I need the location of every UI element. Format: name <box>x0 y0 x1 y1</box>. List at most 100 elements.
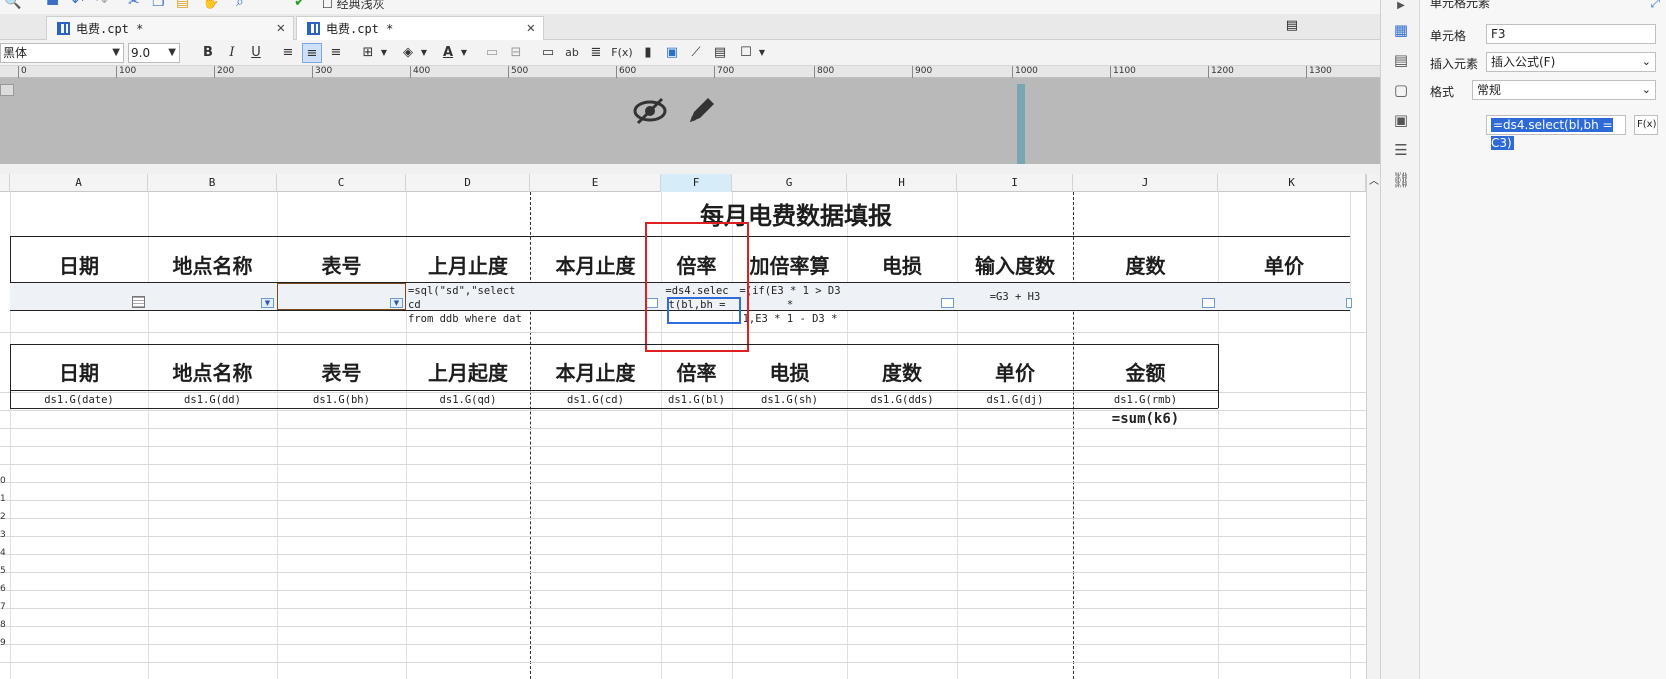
data-cell[interactable]: ds1.G(dj) <box>957 393 1073 407</box>
sum-total-cell[interactable]: =sum(k6) <box>1073 410 1218 428</box>
slash-icon[interactable]: ⟋ <box>686 43 706 63</box>
text-widget-icon[interactable] <box>1346 298 1352 308</box>
multiplier-formula-cell[interactable]: =(if(E3 * 1 > D3 * 1,E3 * 1 - D3 * <box>734 284 846 326</box>
bold-button[interactable]: B <box>198 43 218 63</box>
column-header-h[interactable]: H <box>847 174 957 192</box>
text-widget-icon[interactable] <box>1202 298 1215 308</box>
formula-button[interactable]: F(x) <box>610 43 634 63</box>
formula-editor-button[interactable]: F(x) <box>1634 115 1658 135</box>
data-cell[interactable]: ds1.G(rmb) <box>1073 393 1218 407</box>
paste-icon[interactable]: ▤ <box>176 0 189 10</box>
tab-list-icon[interactable]: ▤ <box>1286 18 1298 33</box>
row-number[interactable]: 0 <box>0 476 10 486</box>
row-number[interactable]: 8 <box>0 620 10 630</box>
formula-input[interactable]: =ds4.select(bl,bh = C3) <box>1486 115 1626 150</box>
row-number[interactable]: 7 <box>0 602 10 612</box>
style-icon[interactable]: ▢ <box>1391 80 1411 100</box>
text-style-button[interactable]: ab <box>562 43 582 63</box>
header-cell[interactable]: 地点名称 <box>148 357 277 386</box>
header-cell[interactable]: 日期 <box>10 250 148 279</box>
check-icon[interactable]: ✔ <box>294 0 306 10</box>
font-name-select[interactable]: 黑体 ▼ <box>0 43 124 63</box>
preview-icon[interactable]: ⌕ <box>236 0 244 10</box>
column-header-b[interactable]: B <box>148 174 277 192</box>
cell-attribute-icon[interactable]: ▤ <box>1391 50 1411 70</box>
chevron-down-icon[interactable]: ▼ <box>752 43 772 63</box>
header-cell[interactable]: 单价 <box>1218 250 1350 279</box>
split-cells-icon[interactable]: ⊟ <box>506 43 526 63</box>
data-cell[interactable]: ds1.G(date) <box>10 393 148 407</box>
header-cell[interactable]: 倍率 <box>661 357 732 386</box>
paragraph-icon[interactable]: ≣ <box>586 43 606 63</box>
column-header-k[interactable]: K <box>1218 174 1366 192</box>
header-cell[interactable]: 电损 <box>732 357 847 386</box>
sum-formula-cell[interactable]: =G3 + H3 <box>957 290 1073 304</box>
sql-formula-cell[interactable]: =sql("sd","select cd from ddb where dat <box>408 284 528 326</box>
insert-element-select[interactable]: 插入公式(F) ⌄ <box>1486 52 1656 72</box>
row-number[interactable]: 6 <box>0 584 10 594</box>
row-number[interactable]: 3 <box>0 530 10 540</box>
align-left-icon[interactable]: ≡ <box>278 43 298 63</box>
chevron-right-icon[interactable]: ▶ <box>1391 0 1411 16</box>
cell-element-icon[interactable]: ▦ <box>1391 20 1411 40</box>
align-right-icon[interactable]: ≡ <box>326 43 346 63</box>
data-cell[interactable]: ds1.G(cd) <box>530 393 661 407</box>
save-icon[interactable]: ▬ <box>46 0 59 10</box>
corner-cell[interactable] <box>0 174 10 192</box>
italic-button[interactable]: I <box>222 43 242 63</box>
text-box-icon[interactable]: ▭ <box>538 43 558 63</box>
row-number[interactable]: 1 <box>0 494 10 504</box>
format-painter-icon[interactable]: ✋ <box>202 0 219 10</box>
close-icon[interactable]: ✕ <box>527 20 535 36</box>
cell-address-field[interactable]: F3 <box>1486 24 1656 44</box>
data-cell[interactable]: ds1.G(bl) <box>661 393 732 407</box>
text-widget-icon[interactable] <box>941 298 954 308</box>
column-header-d[interactable]: D <box>406 174 530 192</box>
column-header-i[interactable]: I <box>957 174 1073 192</box>
header-cell[interactable]: 日期 <box>10 357 148 386</box>
header-cell[interactable]: 表号 <box>277 250 406 279</box>
data-cell[interactable]: ds1.G(sh) <box>732 393 847 407</box>
chevron-down-icon[interactable]: ▼ <box>454 43 474 63</box>
close-icon[interactable]: ✕ <box>277 20 285 36</box>
app-search-icon[interactable]: 🔍 <box>4 0 21 10</box>
chart-icon[interactable]: ▮ <box>638 43 658 63</box>
header-cell[interactable]: 表号 <box>277 357 406 386</box>
merge-cells-icon[interactable]: ▭ <box>482 43 502 63</box>
image-icon[interactable]: ▣ <box>662 43 682 63</box>
header-cell[interactable]: 地点名称 <box>148 250 277 279</box>
header-cell[interactable]: 金额 <box>1073 357 1218 386</box>
header-cell[interactable]: 本月止度 <box>530 250 661 279</box>
format-select[interactable]: 常规 ⌄ <box>1472 80 1656 100</box>
data-cell[interactable]: ds1.G(qd) <box>406 393 530 407</box>
copy-icon[interactable]: ❐ <box>152 0 165 10</box>
hyperlink-icon[interactable]: ⛓ <box>1391 170 1411 190</box>
underline-button[interactable]: U <box>246 43 266 63</box>
condition-icon[interactable]: ☰ <box>1391 140 1411 160</box>
font-size-select[interactable]: 9.0 ▼ <box>128 43 180 63</box>
row-number[interactable]: 5 <box>0 566 10 576</box>
spreadsheet-grid[interactable]: 每月电费数据填报 日期 地点名称 表号 上月止度 本月止度 倍率 加倍率算 电损… <box>0 192 1366 679</box>
column-header-c[interactable]: C <box>277 174 406 192</box>
chevron-up-icon[interactable]: ︿ <box>1369 172 1379 187</box>
row-number[interactable]: 9 <box>0 638 10 648</box>
header-cell[interactable]: 上月起度 <box>406 357 530 386</box>
header-cell[interactable]: 单价 <box>957 357 1073 386</box>
input-cell-c3[interactable] <box>277 283 406 310</box>
undo-icon[interactable]: ↶ <box>72 0 84 10</box>
align-center-icon[interactable]: ≡ <box>302 43 322 63</box>
redo-icon[interactable]: ↷ <box>96 0 108 10</box>
expand-icon[interactable]: ⤢ <box>1650 0 1660 11</box>
date-picker-icon[interactable] <box>132 296 145 308</box>
header-cell[interactable]: 输入度数 <box>957 250 1073 279</box>
tab-file-2[interactable]: 电费.cpt * ✕ <box>296 16 544 40</box>
subreport-icon[interactable]: ▤ <box>710 43 730 63</box>
data-cell[interactable]: ds1.G(dds) <box>847 393 957 407</box>
theme-checkbox[interactable]: ☐ 经典浅灰 <box>322 0 385 12</box>
header-cell[interactable]: 上月止度 <box>406 250 530 279</box>
chevron-down-icon[interactable]: ▼ <box>374 43 394 63</box>
data-cell[interactable]: ds1.G(bh) <box>277 393 406 407</box>
header-cell[interactable]: 电损 <box>847 250 957 279</box>
header-cell[interactable]: 本月止度 <box>530 357 661 386</box>
eye-slash-icon[interactable] <box>632 96 668 134</box>
